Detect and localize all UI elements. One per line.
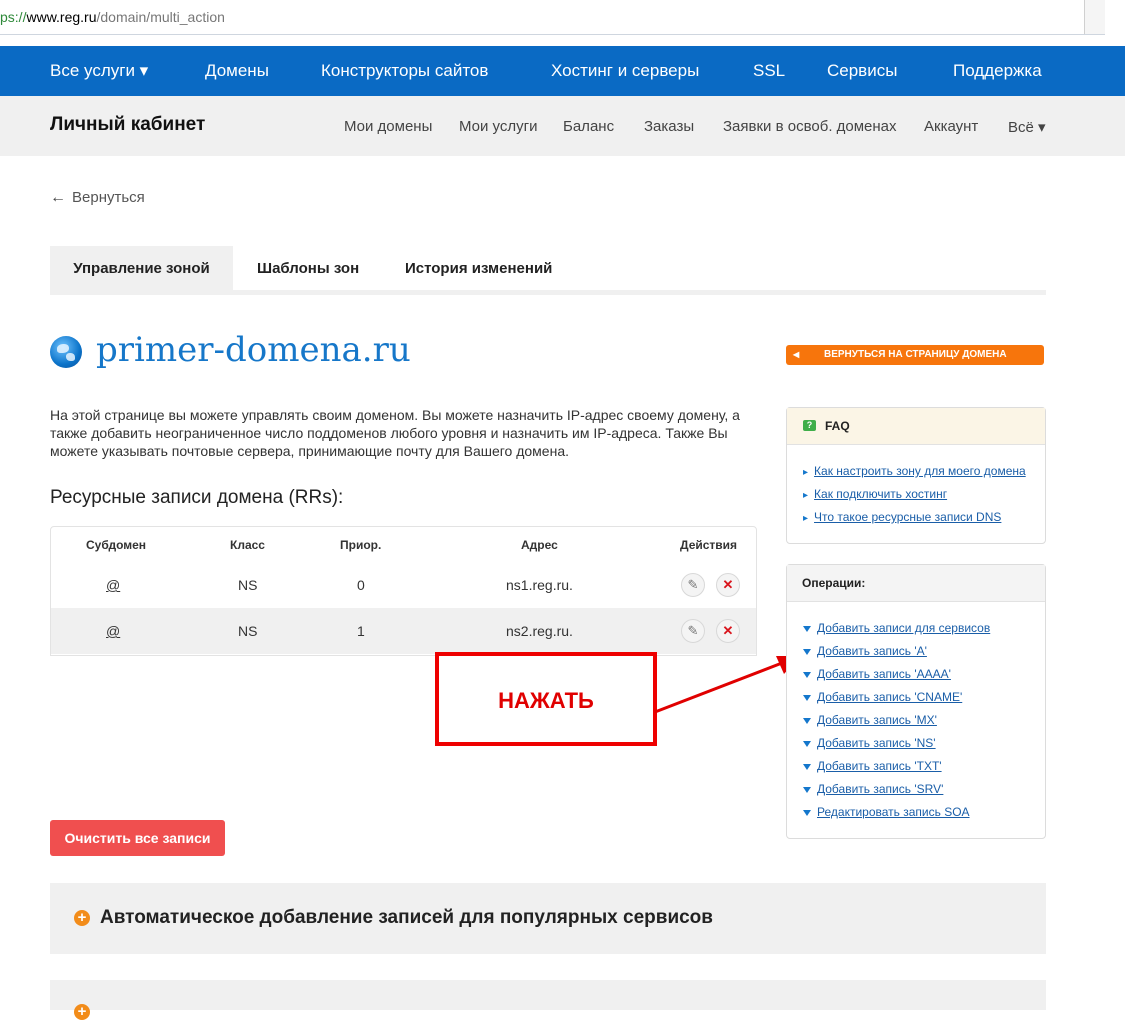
- op-add-txt-record[interactable]: Добавить запись 'TXT': [803, 759, 942, 773]
- op-label: Добавить запись 'NS': [817, 736, 936, 750]
- bullet-arrow-icon: ▸: [803, 490, 809, 501]
- accordion-auto-add-title: Автоматическое добавление записей для по…: [100, 907, 713, 928]
- faq-link-label: Как подключить хостинг: [814, 487, 948, 501]
- op-label: Добавить запись 'TXT': [817, 759, 942, 773]
- op-add-service-records[interactable]: Добавить записи для сервисов: [803, 621, 990, 635]
- triangle-down-icon: [803, 763, 811, 770]
- faq-link-hosting[interactable]: ▸ Как подключить хостинг: [803, 487, 947, 501]
- triangle-down-icon: [803, 809, 811, 816]
- triangle-down-icon: [803, 694, 811, 701]
- op-label: Добавить запись 'A': [817, 644, 927, 658]
- triangle-down-icon: [803, 740, 811, 747]
- op-add-aaaa-record[interactable]: Добавить запись 'AAAA': [803, 667, 951, 681]
- bullet-arrow-icon: ▸: [803, 467, 809, 478]
- op-add-srv-record[interactable]: Добавить запись 'SRV': [803, 782, 943, 796]
- faq-link-label: Как настроить зону для моего домена: [814, 464, 1026, 478]
- op-label: Добавить запись 'AAAA': [817, 667, 951, 681]
- bullet-arrow-icon: ▸: [803, 513, 809, 524]
- op-label: Добавить записи для сервисов: [817, 621, 991, 635]
- faq-panel: ? FAQ ▸ Как настроить зону для моего доме…: [786, 407, 1046, 544]
- op-add-cname-record[interactable]: Добавить запись 'CNAME': [803, 690, 962, 704]
- faq-title: FAQ: [825, 419, 850, 433]
- clear-all-records-button[interactable]: Очистить все записи: [50, 820, 225, 856]
- op-add-mx-record[interactable]: Добавить запись 'MX': [803, 713, 937, 727]
- op-label: Редактировать запись SOA: [817, 805, 970, 819]
- triangle-down-icon: [803, 625, 811, 632]
- op-label: Добавить запись 'CNAME': [817, 690, 963, 704]
- op-label: Добавить запись 'MX': [817, 713, 937, 727]
- faq-link-label: Что такое ресурсные записи DNS: [814, 510, 1002, 524]
- triangle-down-icon: [803, 717, 811, 724]
- op-add-a-record[interactable]: Добавить запись 'A': [803, 644, 927, 658]
- accordion-auto-add[interactable]: + Автоматическое добавление записей для …: [50, 883, 1046, 954]
- triangle-down-icon: [803, 786, 811, 793]
- operations-header: Операции:: [787, 565, 1045, 602]
- op-add-ns-record[interactable]: Добавить запись 'NS': [803, 736, 936, 750]
- operations-title: Операции:: [802, 576, 866, 590]
- plus-circle-icon: +: [74, 1004, 90, 1020]
- question-icon: ?: [803, 420, 816, 431]
- triangle-down-icon: [803, 671, 811, 678]
- operations-panel: Операции: Добавить записи для сервисов Д…: [786, 564, 1046, 839]
- triangle-down-icon: [803, 648, 811, 655]
- faq-header: ? FAQ: [787, 408, 1045, 445]
- plus-circle-icon: +: [74, 910, 90, 926]
- op-label: Добавить запись 'SRV': [817, 782, 944, 796]
- faq-link-zone-setup[interactable]: ▸ Как настроить зону для моего домена: [803, 464, 1026, 478]
- accordion-add-record[interactable]: +: [50, 980, 1046, 1020]
- faq-link-dns-records[interactable]: ▸ Что такое ресурсные записи DNS: [803, 510, 1001, 524]
- op-edit-soa-record[interactable]: Редактировать запись SOA: [803, 805, 970, 819]
